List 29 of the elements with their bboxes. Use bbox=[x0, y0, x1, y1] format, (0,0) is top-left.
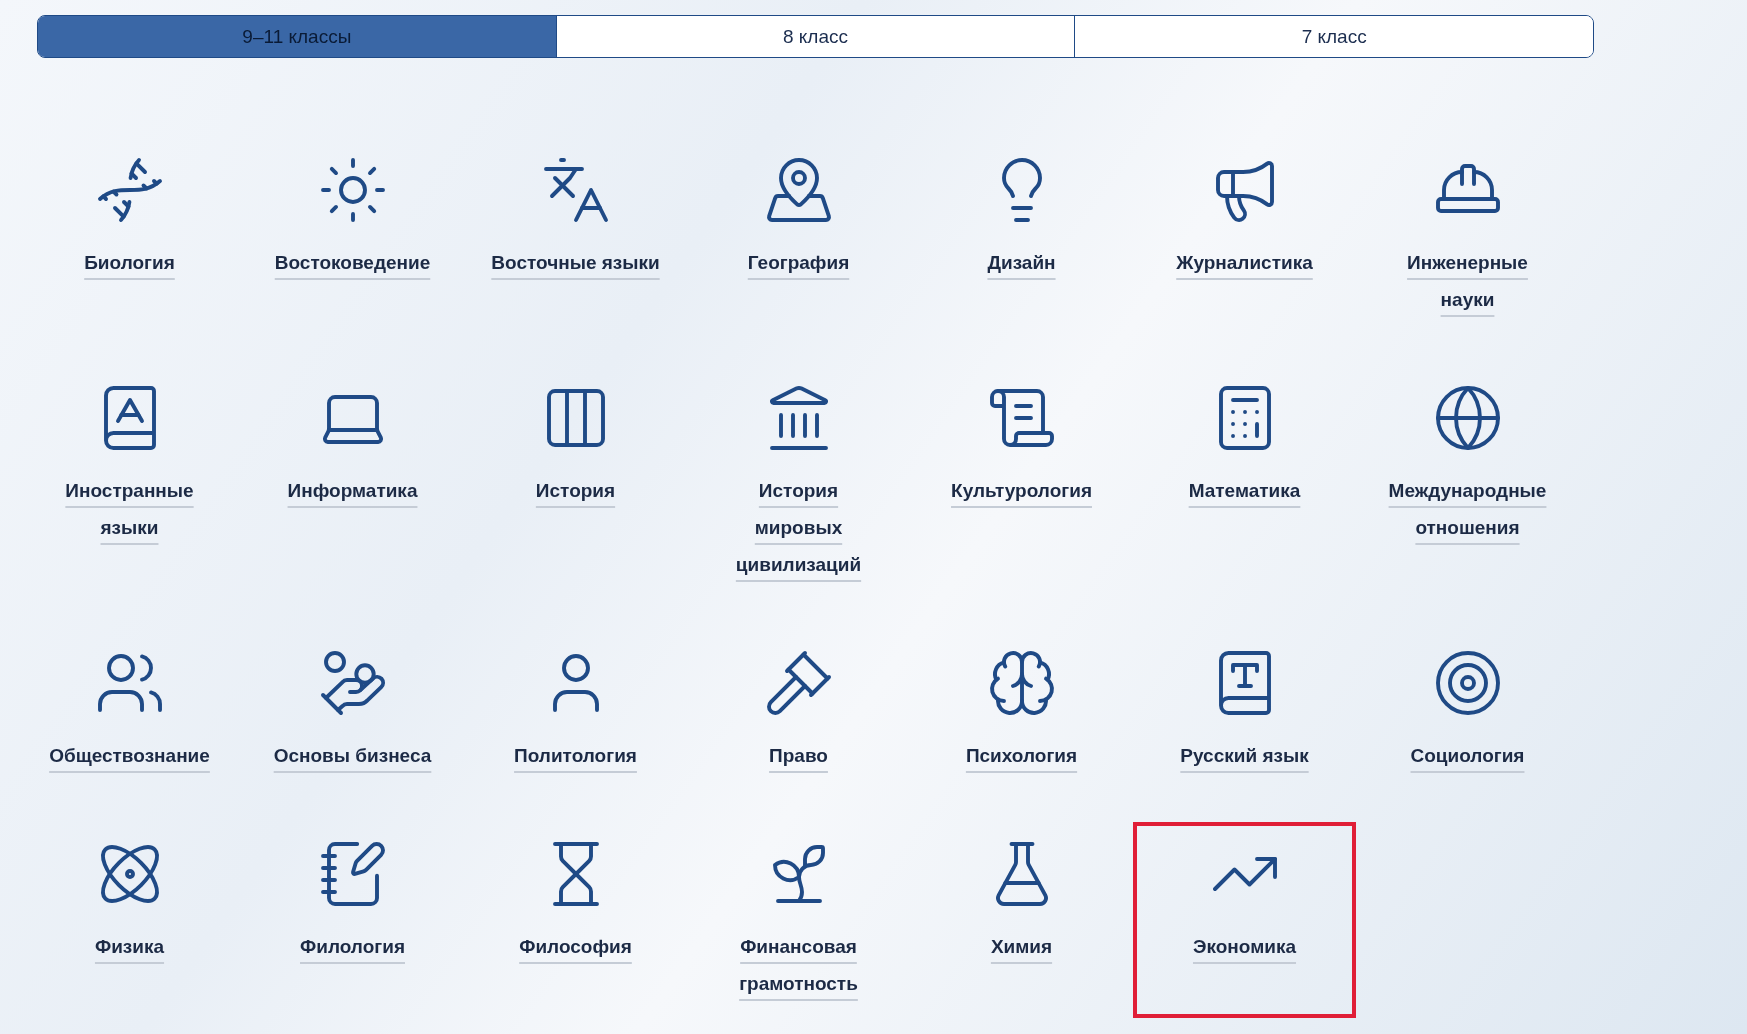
subject-link[interactable]: Русский язык bbox=[1180, 737, 1309, 774]
subject-link[interactable]: Право bbox=[769, 737, 828, 774]
subject-link[interactable]: История bbox=[535, 472, 616, 509]
subject-link[interactable]: Экономика bbox=[1193, 928, 1296, 965]
subject-link[interactable]: Иностранные языки bbox=[65, 472, 194, 546]
subject-link[interactable]: Востоковедение bbox=[274, 244, 431, 281]
subject-link[interactable]: Финансовая грамотность bbox=[739, 928, 858, 1002]
subject-link[interactable]: Биология bbox=[84, 244, 175, 281]
subject-link[interactable]: Физика bbox=[94, 928, 165, 965]
subject-link[interactable]: Химия bbox=[990, 928, 1053, 965]
subject-link[interactable]: Культурология bbox=[951, 472, 1092, 509]
grade-tab[interactable]: 7 класс bbox=[1074, 16, 1593, 57]
subject-link[interactable]: Восточные языки bbox=[491, 244, 660, 281]
subject-link[interactable]: Социология bbox=[1410, 737, 1525, 774]
subject-link[interactable]: Филология bbox=[300, 928, 405, 965]
subject-link[interactable]: Философия bbox=[519, 928, 632, 965]
subject-link[interactable]: Обществознание bbox=[49, 737, 210, 774]
subject-link[interactable]: История мировых цивилизаций bbox=[735, 472, 862, 583]
grade-tab[interactable]: 8 класс bbox=[555, 16, 1075, 57]
subject-link[interactable]: Дизайн bbox=[987, 244, 1056, 281]
subject-link[interactable]: Основы бизнеса bbox=[273, 737, 432, 774]
subject-link[interactable]: Политология bbox=[514, 737, 637, 774]
subject-link[interactable]: Информатика bbox=[287, 472, 418, 509]
subject-link[interactable]: Международные отношения bbox=[1388, 472, 1547, 546]
subject-link[interactable]: Журналистика bbox=[1176, 244, 1313, 281]
subject-link[interactable]: Инженерные науки bbox=[1407, 244, 1528, 318]
subject-link[interactable]: География bbox=[747, 244, 850, 281]
subject-link[interactable]: Психология bbox=[965, 737, 1078, 774]
subject-link[interactable]: Математика bbox=[1188, 472, 1301, 509]
